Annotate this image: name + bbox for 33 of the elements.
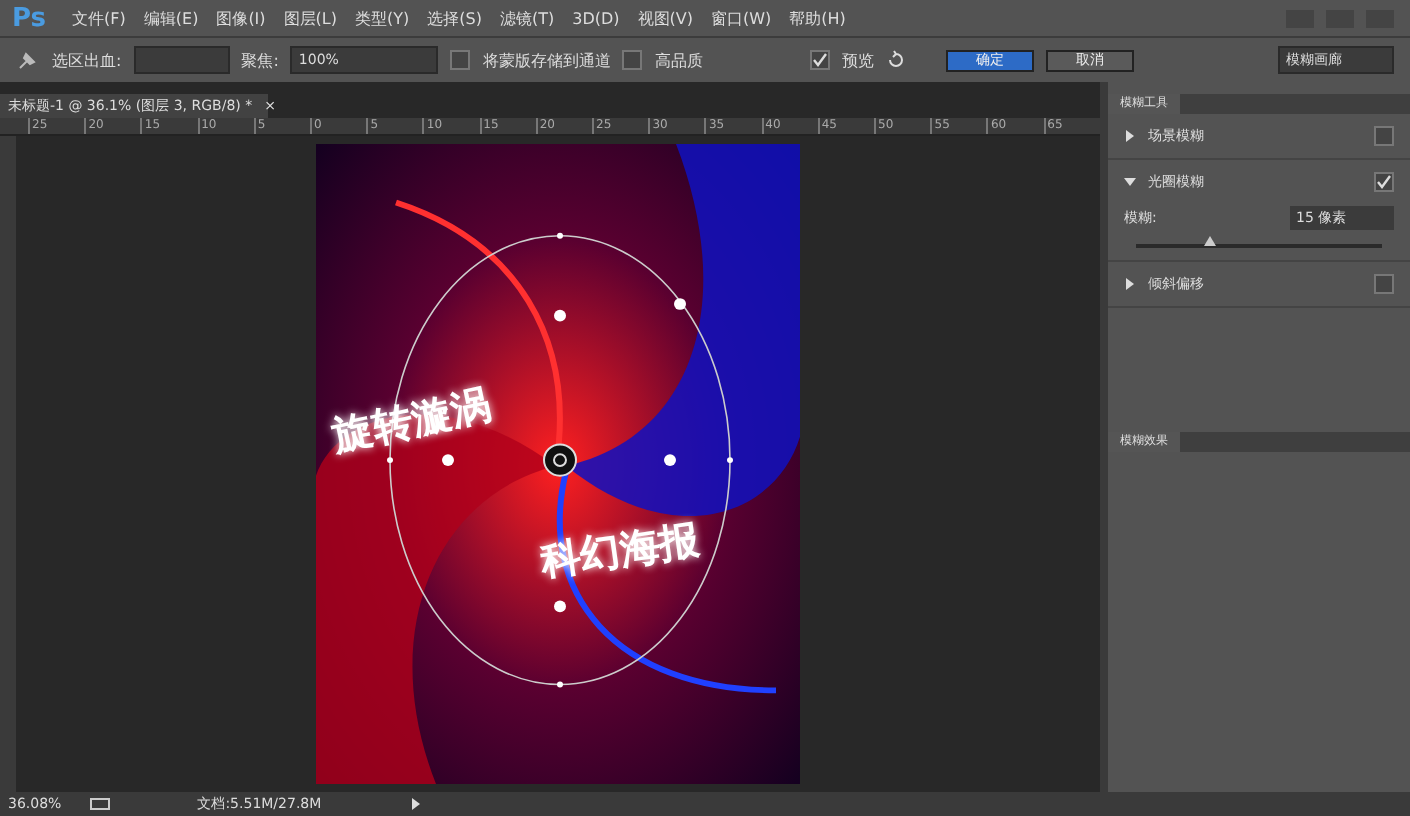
disclosure-icon[interactable] xyxy=(1124,278,1136,290)
menu-item[interactable]: 选择(S) xyxy=(427,7,482,29)
checkbox-label: 将蒙版存储到通道 xyxy=(482,49,611,71)
tool-checkbox[interactable] xyxy=(1374,126,1394,146)
menu-item[interactable]: 3D(D) xyxy=(572,9,620,27)
menu-item[interactable]: 视图(V) xyxy=(637,7,693,29)
menu-item[interactable]: 图层(L) xyxy=(283,7,337,29)
checkbox-label: 高品质 xyxy=(654,49,703,71)
document-icon xyxy=(89,798,110,810)
preview-checkbox[interactable] xyxy=(810,50,830,70)
disclosure-icon[interactable] xyxy=(1124,130,1136,142)
focus-label: 聚焦: xyxy=(241,49,279,71)
poster-subtitle: 科幻海报 xyxy=(537,513,703,589)
bleed-label: 选区出血: xyxy=(52,49,122,71)
reset-icon[interactable] xyxy=(886,50,906,70)
slider-thumb[interactable] xyxy=(1203,236,1216,246)
checkbox[interactable] xyxy=(450,50,471,70)
menu-item[interactable]: 窗口(W) xyxy=(710,7,772,29)
app-logo: Ps xyxy=(12,3,47,33)
menu-item[interactable]: 文件(F) xyxy=(72,7,126,29)
menu-arrow-icon[interactable] xyxy=(409,798,422,810)
disclosure-icon[interactable] xyxy=(1124,176,1136,188)
menu-item[interactable]: 类型(Y) xyxy=(355,7,410,29)
poster-title: 旋转漩涡 xyxy=(328,377,496,465)
pin-tool-icon[interactable] xyxy=(16,50,40,70)
checkbox[interactable] xyxy=(622,50,643,70)
tool-checkbox[interactable] xyxy=(1374,274,1394,294)
preview-label: 预览 xyxy=(842,49,874,71)
tool-checkbox[interactable] xyxy=(1374,172,1394,192)
menu-item[interactable]: 滤镜(T) xyxy=(499,7,555,29)
menu-item[interactable]: 图像(I) xyxy=(216,7,266,29)
menu-item[interactable]: 编辑(E) xyxy=(143,7,199,29)
menu-item[interactable]: 帮助(H) xyxy=(789,7,846,29)
